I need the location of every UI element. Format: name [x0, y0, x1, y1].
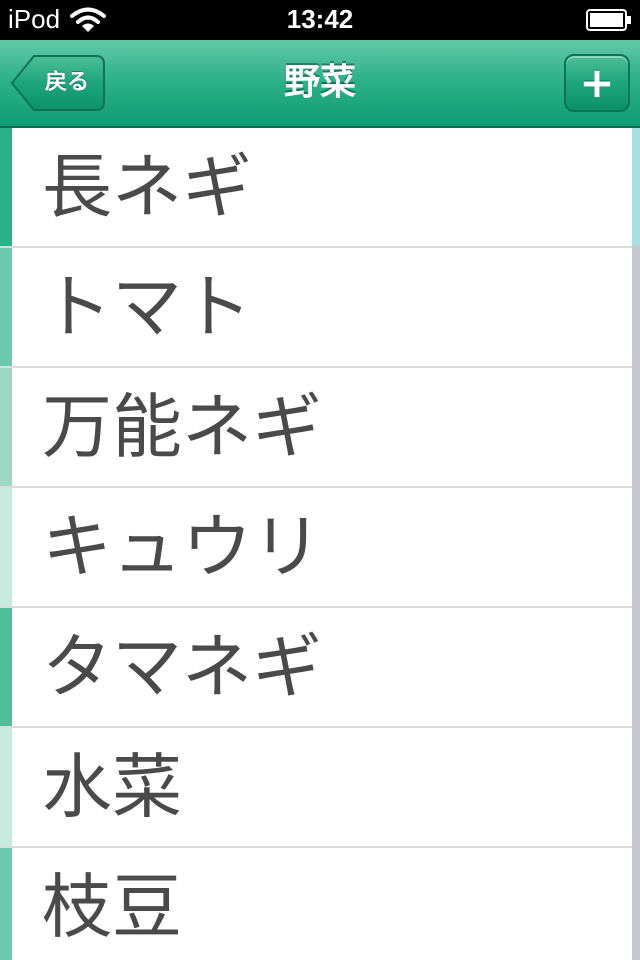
screen: iPod 13:42 戻る 野菜 + 長ネギ トマト 万能ネギ キュウリ タマネ… — [0, 0, 640, 960]
color-strip — [0, 608, 12, 726]
list-item[interactable]: キュウリ — [0, 488, 640, 608]
list-item-label: 長ネギ — [42, 146, 252, 228]
list-item-label: トマト — [42, 266, 252, 348]
list-item[interactable]: 長ネギ — [0, 128, 640, 248]
navigation-bar: 戻る 野菜 + — [0, 40, 640, 128]
color-strip — [0, 488, 12, 606]
scrollbar-thumb[interactable] — [632, 128, 640, 246]
add-button[interactable]: + — [564, 54, 630, 112]
list-item-label: キュウリ — [42, 506, 322, 588]
status-time: 13:42 — [286, 4, 354, 34]
list-item[interactable]: トマト — [0, 248, 640, 368]
color-strip — [0, 368, 12, 486]
list-item[interactable]: 万能ネギ — [0, 368, 640, 488]
scrollbar-track[interactable] — [632, 128, 640, 960]
color-strip — [0, 248, 12, 366]
color-strip — [0, 128, 12, 246]
status-bar: iPod 13:42 — [0, 0, 640, 40]
list-item-label: タマネギ — [42, 626, 322, 708]
list-item[interactable]: 枝豆 — [0, 848, 640, 960]
list-item[interactable]: 水菜 — [0, 728, 640, 848]
page-title: 野菜 — [283, 62, 356, 103]
plus-icon: + — [579, 58, 615, 107]
list-item-label: 水菜 — [42, 746, 182, 828]
list-item[interactable]: タマネギ — [0, 608, 640, 728]
color-strip — [0, 728, 12, 846]
list-item-label: 万能ネギ — [42, 386, 322, 468]
vegetable-list: 長ネギ トマト 万能ネギ キュウリ タマネギ 水菜 枝豆 — [0, 128, 640, 960]
battery-icon — [586, 9, 632, 31]
color-strip — [0, 848, 12, 960]
list-item-label: 枝豆 — [42, 866, 182, 948]
